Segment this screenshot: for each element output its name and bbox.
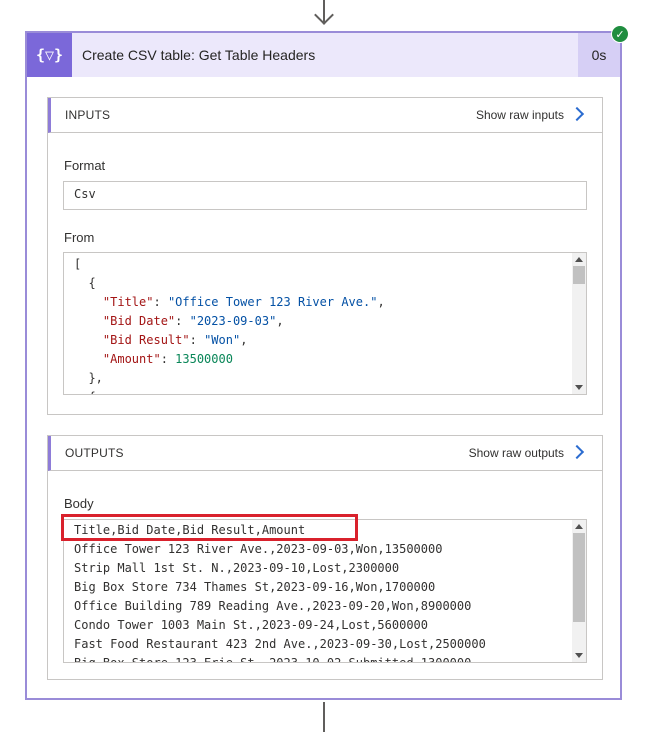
json-comma: ,: [276, 314, 284, 328]
json-key: "Amount": [102, 352, 161, 366]
scroll-thumb[interactable]: [573, 266, 585, 284]
json-comma: ,: [377, 295, 385, 309]
inputs-section: INPUTS Show raw inputs Format Csv From […: [47, 97, 603, 415]
from-code-field[interactable]: [ { "Title": "Office Tower 123 River Ave…: [63, 252, 587, 395]
success-check-icon: ✓: [611, 25, 629, 43]
from-scrollbar[interactable]: [572, 253, 586, 394]
code-line: "Title": "Office Tower 123 River Ave.",: [102, 295, 385, 309]
csv-output-line: Office Building 789 Reading Ave.,2023-09…: [74, 599, 472, 613]
action-title: Create CSV table: Get Table Headers: [82, 47, 316, 63]
code-line: "Bid Date": "2023-09-03",: [102, 314, 284, 328]
json-comma: ,: [240, 333, 248, 347]
scroll-thumb[interactable]: [573, 533, 585, 622]
json-value: "Won": [204, 333, 241, 347]
json-value: "Office Tower 123 River Ave.": [167, 295, 378, 309]
code-line: [: [74, 257, 82, 271]
chevron-right-icon[interactable]: [569, 106, 585, 122]
action-card-header[interactable]: {▽} Create CSV table: Get Table Headers …: [27, 33, 620, 77]
inputs-section-title: INPUTS: [65, 108, 111, 122]
outputs-section-title: OUTPUTS: [65, 446, 124, 460]
outputs-section-header: OUTPUTS Show raw outputs: [48, 436, 602, 471]
body-scrollbar[interactable]: [572, 520, 586, 662]
code-line: {: [74, 276, 96, 290]
csv-output-line: Office Tower 123 River Ave.,2023-09-03,W…: [74, 542, 443, 556]
format-label: Format: [64, 158, 106, 173]
body-output-content: Title,Bid Date,Bid Result,Amount Office T…: [74, 521, 486, 663]
flow-connector-bottom: [323, 702, 325, 732]
csv-output-line: Big Box Store 123 Erie St.,2023-10-02,Su…: [74, 656, 472, 663]
inputs-section-header: INPUTS Show raw inputs: [48, 98, 602, 133]
json-value: 13500000: [175, 352, 233, 366]
csv-output-line: Big Box Store 734 Thames St,2023-09-16,W…: [74, 580, 436, 594]
show-raw-inputs-link[interactable]: Show raw inputs: [476, 98, 564, 132]
scroll-up-icon[interactable]: [575, 257, 583, 262]
show-raw-outputs-link[interactable]: Show raw outputs: [469, 436, 564, 470]
csv-output-line: Strip Mall 1st St. N.,2023-09-10,Lost,23…: [74, 561, 400, 575]
code-line: {: [74, 388, 385, 394]
json-key: "Title": [102, 295, 154, 309]
json-value: "2023-09-03": [189, 314, 277, 328]
from-code-content: [ { "Title": "Office Tower 123 River Ave…: [74, 255, 385, 394]
json-key: "Bid Date": [102, 314, 176, 328]
body-label: Body: [64, 496, 94, 511]
csv-output-line: Fast Food Restaurant 423 2nd Ave.,2023-0…: [74, 637, 486, 651]
scroll-down-icon[interactable]: [575, 653, 583, 658]
scroll-up-icon[interactable]: [575, 524, 583, 529]
format-value: Csv: [74, 187, 96, 201]
outputs-section: OUTPUTS Show raw outputs Body Title,Bid …: [47, 435, 603, 680]
csv-output-line: Condo Tower 1003 Main St.,2023-09-24,Los…: [74, 618, 429, 632]
chevron-right-icon[interactable]: [569, 444, 585, 460]
code-line: },: [74, 371, 103, 385]
scroll-down-icon[interactable]: [575, 385, 583, 390]
format-field[interactable]: Csv: [63, 181, 587, 210]
header-row-highlight: [61, 514, 358, 541]
code-line: "Amount": 13500000: [102, 352, 233, 366]
from-label: From: [64, 230, 95, 245]
code-line: "Bid Result": "Won",: [102, 333, 248, 347]
json-key: "Bid Result": [102, 333, 190, 347]
arrow-down-icon: [314, 5, 334, 25]
data-operation-icon: {▽}: [27, 33, 72, 77]
